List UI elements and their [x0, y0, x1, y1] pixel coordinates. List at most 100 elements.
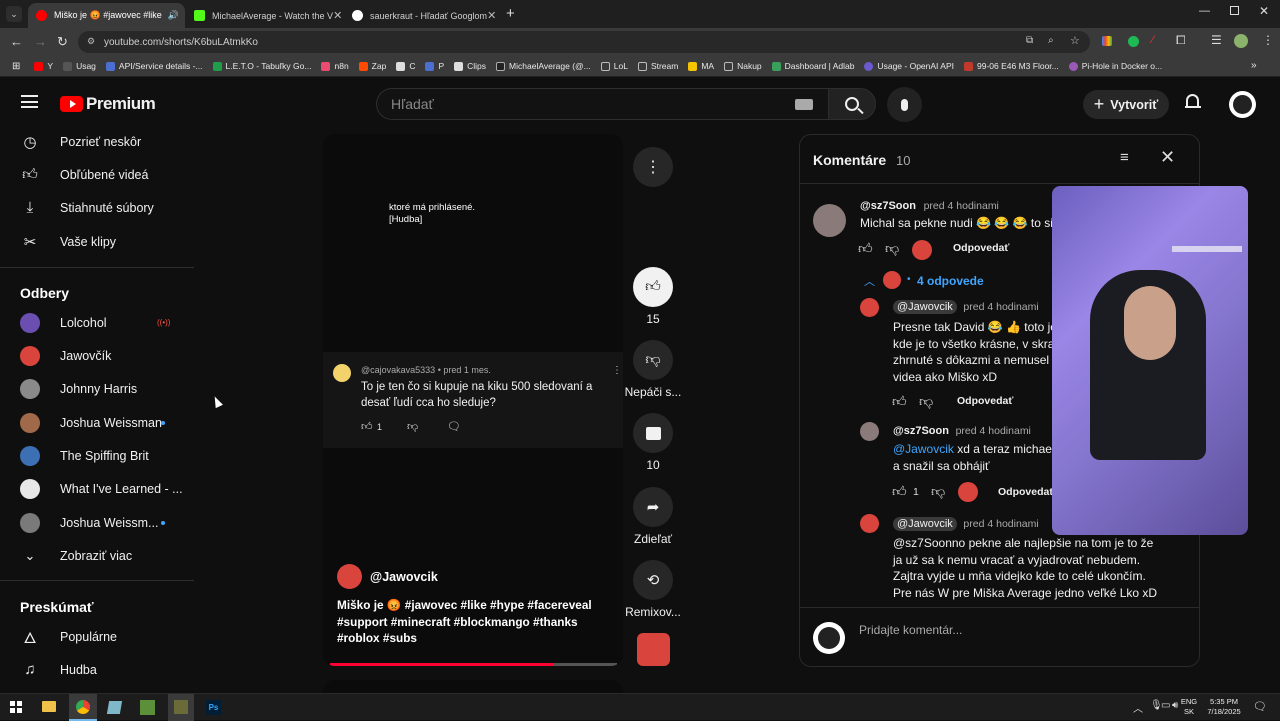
search-button[interactable]	[828, 88, 876, 120]
extension-icon[interactable]: ⁄	[1152, 34, 1154, 46]
network-icon[interactable]: ▭	[1161, 700, 1170, 711]
channel-name[interactable]: @Jawovcik	[370, 570, 438, 584]
bookmark[interactable]: Zap	[359, 61, 387, 71]
profile-avatar[interactable]	[1234, 34, 1248, 48]
reply-button[interactable]: Odpovedať	[998, 486, 1054, 498]
bookmark[interactable]: API/Service details -...	[106, 61, 203, 71]
bookmark[interactable]: 99-06 E46 M3 Floor...	[964, 61, 1059, 71]
comment-like-icon[interactable]: 👍︎	[361, 420, 373, 433]
next-short-preview[interactable]	[323, 680, 623, 693]
close-tab-icon[interactable]: ✕	[333, 9, 342, 22]
forward-icon[interactable]: →	[34, 34, 47, 49]
comment-author[interactable]: @Jawovcik	[893, 517, 957, 531]
more-bookmarks-icon[interactable]: »	[1251, 60, 1257, 71]
comment-options-icon[interactable]: ⋮	[612, 365, 622, 376]
sidebar-item-trending[interactable]: 🜂 Populárne	[0, 620, 194, 653]
share-button[interactable]: ➦	[633, 487, 673, 527]
reply-button[interactable]: Odpovedať	[957, 395, 1013, 407]
app-taskbar-icon[interactable]	[107, 701, 122, 714]
like-icon[interactable]: 👍︎	[892, 483, 907, 500]
progress-track[interactable]	[330, 663, 617, 666]
subscription-item[interactable]: Lolcohol ((•))	[0, 306, 194, 339]
new-tab-icon[interactable]: +	[506, 5, 515, 22]
bookmark[interactable]: n8n	[321, 61, 348, 71]
zoom-icon[interactable]: ⌕	[1048, 35, 1054, 46]
bookmark[interactable]: P	[425, 61, 444, 71]
commenter-avatar[interactable]	[813, 204, 846, 237]
create-button[interactable]: + Vytvoriť	[1083, 90, 1169, 119]
comment-reply-icon[interactable]: 🗨︎	[447, 420, 461, 433]
sort-icon[interactable]: ≡	[1120, 149, 1129, 166]
browser-tab-shorts[interactable]: Miško je 😡 #jawovec #like 🔊 ✕	[28, 3, 185, 28]
shorts-player[interactable]: ktoré má prihlásené. [Hudba] @cajovakava…	[323, 134, 623, 666]
add-comment-input[interactable]: Pridajte komentár...	[859, 623, 1179, 645]
minecraft-taskbar-icon[interactable]	[140, 700, 155, 715]
sound-source-thumbnail[interactable]	[637, 633, 670, 666]
like-icon[interactable]: 👍︎	[858, 240, 873, 257]
keyboard-icon[interactable]	[795, 99, 813, 110]
comment-author[interactable]: @sz7Soon	[893, 425, 949, 437]
site-info-icon[interactable]: ⚙	[87, 36, 95, 47]
address-bar[interactable]: ⚙ youtube.com/shorts/K6buLAtmkKo ⧉ ⌕ ☆	[78, 31, 1090, 53]
sidebar-item-clips[interactable]: ✂ Vaše klipy	[0, 225, 194, 258]
comments-button[interactable]	[633, 413, 673, 453]
chrome-menu-icon[interactable]: ⋮	[1262, 33, 1274, 47]
account-avatar[interactable]	[1229, 91, 1256, 118]
bookmark[interactable]: Pi-Hole in Docker o...	[1069, 61, 1162, 71]
comment-author[interactable]: @Jawovcik	[893, 300, 957, 314]
browser-tab-michaelaverage[interactable]: MichaelAverage - Watch the V ✕	[186, 3, 344, 28]
tab-list-button[interactable]: ⌄	[6, 6, 22, 22]
apps-grid-icon[interactable]: ⊞	[12, 61, 20, 72]
file-explorer-icon[interactable]	[42, 701, 56, 712]
app-taskbar-icon[interactable]	[168, 694, 194, 721]
notification-center-icon[interactable]: 🗨︎	[1253, 700, 1267, 713]
reading-list-icon[interactable]: ☰	[1211, 33, 1222, 47]
extension-icon[interactable]	[1102, 36, 1112, 46]
voice-search-button[interactable]	[887, 87, 922, 122]
show-more-button[interactable]: ⌄ Zobraziť viac	[0, 539, 194, 572]
bookmark[interactable]: MichaelAverage (@...	[496, 61, 591, 71]
clock[interactable]: 5:35 PM 7/18/2025	[1203, 697, 1245, 717]
comment-dislike-icon[interactable]: 👎︎	[407, 420, 418, 433]
channel-avatar[interactable]	[337, 564, 362, 589]
replies-toggle[interactable]: 4 odpovede	[917, 274, 984, 288]
like-button[interactable]: 👍︎	[633, 267, 673, 307]
browser-tab-google[interactable]: sauerkraut - Hľadať Googlom ✕	[344, 3, 502, 28]
close-icon[interactable]: ✕	[1160, 147, 1175, 168]
bookmark[interactable]: Y	[34, 61, 53, 71]
sidebar-item-liked-videos[interactable]: 👍︎ Obľúbené videá	[0, 158, 194, 191]
language-indicator[interactable]: ENG SK	[1180, 697, 1198, 717]
bookmark[interactable]: Clips	[454, 61, 486, 71]
extensions-puzzle-icon[interactable]: ⧠	[1176, 33, 1186, 48]
bookmark[interactable]: Usag	[63, 61, 96, 71]
bookmark[interactable]: Stream	[638, 61, 678, 71]
bookmark[interactable]: LoL	[601, 61, 628, 71]
extension-icon[interactable]	[1128, 36, 1139, 47]
commenter-avatar[interactable]	[860, 298, 879, 317]
close-tab-icon[interactable]: ✕	[487, 9, 496, 22]
dislike-icon[interactable]: 👎︎	[885, 240, 899, 257]
photoshop-taskbar-icon[interactable]: Ps	[206, 700, 221, 715]
like-icon[interactable]: 👍︎	[892, 393, 907, 410]
subscription-item[interactable]: What I've Learned - ...	[0, 472, 194, 505]
sidebar-item-watch-later[interactable]: ◷ Pozrieť neskôr	[0, 125, 194, 158]
bookmark[interactable]: L.E.T.O - Tabuľky Go...	[213, 61, 312, 71]
reload-icon[interactable]: ↻	[57, 34, 68, 50]
tray-arrow-icon[interactable]: ︿	[1133, 700, 1143, 715]
dislike-button[interactable]: 👎︎	[633, 340, 673, 380]
minimize-icon[interactable]: —	[1199, 5, 1210, 17]
comment-author[interactable]: @sz7Soon	[860, 200, 916, 212]
more-options-button[interactable]: ⋮	[633, 147, 673, 187]
subscription-item[interactable]: Joshua Weissman	[0, 406, 194, 439]
close-window-icon[interactable]: ✕	[1259, 4, 1269, 18]
chrome-taskbar-icon[interactable]	[69, 694, 97, 721]
subscription-item[interactable]: Joshua Weissm...	[0, 506, 194, 539]
remix-button[interactable]: ⟲	[633, 560, 673, 600]
commenter-avatar[interactable]	[860, 422, 879, 441]
bookmark[interactable]: Nakup	[724, 61, 762, 71]
reply-button[interactable]: Odpovedať	[953, 242, 1009, 254]
search-input[interactable]: Hľadať	[376, 88, 828, 120]
bookmark[interactable]: Dashboard | Adlab	[772, 61, 855, 71]
subscription-item[interactable]: Jawovčík	[0, 339, 194, 372]
sidebar-item-downloads[interactable]: ⤓ Stiahnuté súbory	[0, 191, 194, 224]
